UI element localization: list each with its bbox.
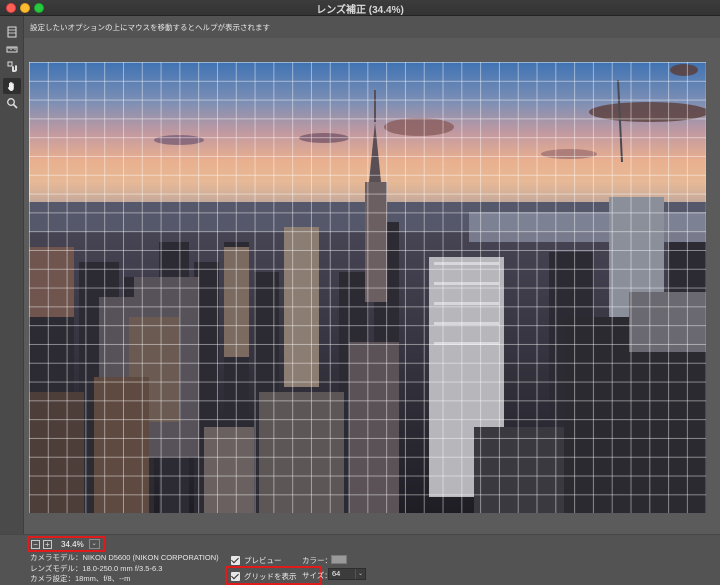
zoom-level: 34.4% bbox=[61, 539, 84, 549]
zoom-tool[interactable] bbox=[3, 95, 21, 111]
grid-color-label: カラー： bbox=[302, 556, 332, 565]
zoom-in-button[interactable]: + bbox=[43, 539, 52, 549]
zoom-dropdown[interactable]: ⌄ bbox=[88, 539, 100, 549]
chevron-down-icon: ⌄ bbox=[355, 569, 365, 579]
tool-panel bbox=[0, 16, 24, 536]
hint-bar: 設定したいオプションの上にマウスを移動するとヘルプが表示されます bbox=[0, 16, 720, 38]
remove-distortion-icon bbox=[7, 26, 17, 38]
bottom-panel: − + 34.4% ⌄ カメラモデル：NIKON D5600 (NIKON CO… bbox=[0, 534, 720, 585]
straighten-icon bbox=[6, 46, 18, 53]
zoom-icon bbox=[7, 98, 18, 109]
zoom-out-button[interactable]: − bbox=[31, 539, 40, 549]
move-grid-icon bbox=[7, 61, 17, 72]
city-skyline-photo[interactable] bbox=[29, 62, 706, 513]
remove-distortion-tool[interactable] bbox=[3, 24, 21, 40]
hand-tool[interactable] bbox=[3, 78, 21, 94]
straighten-tool[interactable] bbox=[3, 41, 21, 57]
camera-settings: カメラ設定：18mm、f/8、--m bbox=[30, 574, 131, 583]
grid-size-select[interactable]: 64 ⌄ bbox=[328, 568, 366, 580]
hint-text: 設定したいオプションの上にマウスを移動するとヘルプが表示されます bbox=[30, 23, 270, 32]
preview-label: プレビュー bbox=[244, 556, 282, 565]
skyline-image bbox=[29, 62, 706, 513]
show-grid-option[interactable]: グリッドを表示 bbox=[231, 571, 297, 582]
preview-canvas[interactable] bbox=[24, 38, 720, 534]
grid-color-swatch[interactable] bbox=[331, 555, 347, 564]
preview-checkbox[interactable] bbox=[231, 556, 240, 565]
preview-option[interactable]: プレビュー bbox=[231, 555, 282, 566]
show-grid-checkbox[interactable] bbox=[231, 572, 240, 581]
move-grid-tool[interactable] bbox=[3, 58, 21, 74]
camera-model: カメラモデル：NIKON D5600 (NIKON CORPORATION) bbox=[30, 553, 219, 562]
window-title: レンズ補正 (34.4%) bbox=[316, 5, 404, 16]
show-grid-label: グリッドを表示 bbox=[244, 572, 297, 581]
grid-size-value: 64 bbox=[332, 569, 341, 578]
lens-model: レンズモデル：18.0-250.0 mm f/3.5-6.3 bbox=[30, 563, 163, 573]
camera-info: カメラモデル：NIKON D5600 (NIKON CORPORATION) レ… bbox=[30, 553, 219, 585]
zoom-controls: − + 34.4% ⌄ bbox=[27, 536, 105, 552]
hand-icon bbox=[7, 81, 14, 91]
title-bar: レンズ補正 (34.4%) bbox=[0, 0, 720, 16]
